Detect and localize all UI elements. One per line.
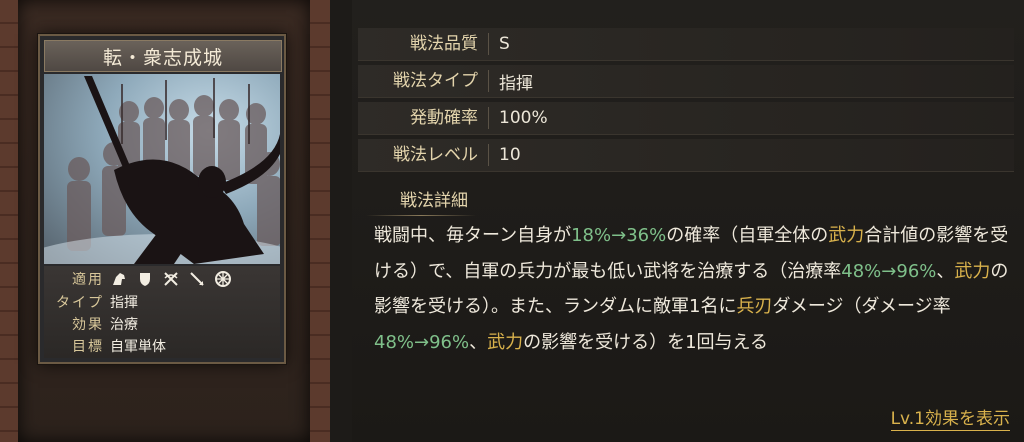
show-lv1-effect-link[interactable]: Lv.1効果を表示 [890, 408, 1010, 431]
attribute-keyword: 兵刃 [736, 296, 773, 317]
skill-card-art [44, 74, 280, 264]
level-value: 10 [499, 145, 521, 165]
description-text: 、 [469, 331, 488, 353]
apply-label: 適用 [72, 272, 104, 288]
attribute-keyword: 武力 [954, 260, 991, 282]
rate-value: 100% [499, 108, 548, 128]
attribute-keyword: 武力 [487, 331, 524, 353]
skill-card: 転・衆志成城 適用 タイプ 指揮 効果 治療 目標 自軍単体 [38, 34, 286, 364]
description-text: の確率（自軍全体の [666, 225, 829, 246]
type-row: タイプ 指揮 [44, 291, 280, 313]
detail-heading-divider [366, 215, 476, 216]
effect-label: 効果 [72, 317, 104, 333]
cavalry-icon [113, 273, 125, 285]
quality-row: 戦法品質 S [358, 28, 1014, 61]
quality-value: S [499, 34, 510, 54]
quality-label: 戦法品質 [358, 33, 489, 55]
effect-row: 効果 治療 [44, 313, 280, 335]
wheel-icon [215, 271, 231, 287]
shield-icon [140, 273, 150, 286]
rate-label: 発動確率 [358, 107, 489, 129]
target-row: 目標 自軍単体 [44, 335, 280, 357]
skill-info-panel: 戦法品質 S 戦法タイプ 指揮 発動確率 100% 戦法レベル 10 戦法詳細 … [352, 0, 1024, 442]
target-label: 目標 [72, 339, 104, 355]
skill-card-title: 転・衆志成城 [44, 40, 282, 72]
type-value: 指揮 [110, 295, 138, 311]
probability-value: 48%→96% [374, 331, 470, 353]
description-text: 戦闘中、毎ターン自身が [374, 225, 572, 246]
probability-value: 18%→36% [571, 225, 667, 246]
spear-icon [190, 272, 204, 286]
attribute-keyword: 武力 [828, 225, 865, 246]
skill-description: 戦闘中、毎ターン自身が18%→36%の確率（自軍全体の武力合計値の影響を受ける）… [374, 218, 1014, 360]
skill-type-label: 戦法タイプ [358, 70, 489, 92]
description-text: の影響を受ける）を1回与える [523, 331, 769, 353]
bow-icon [164, 272, 178, 286]
rate-row: 発動確率 100% [358, 102, 1014, 135]
unit-type-icons [110, 270, 232, 288]
skill-card-stats: 適用 タイプ 指揮 効果 治療 目標 自軍単体 [44, 266, 280, 358]
level-row: 戦法レベル 10 [358, 139, 1014, 172]
description-text: ダメージ（ダメージ率 [772, 296, 951, 317]
type-info-row: 戦法タイプ 指揮 [358, 65, 1014, 98]
apply-row: 適用 [44, 268, 280, 290]
effect-value: 治療 [110, 317, 138, 333]
skill-type-value: 指揮 [499, 73, 533, 94]
level-label: 戦法レベル [358, 144, 489, 166]
description-text: 、 [936, 260, 955, 282]
probability-value: 48%→96% [841, 260, 937, 282]
type-label: タイプ [56, 295, 104, 311]
detail-heading: 戦法詳細 [400, 191, 468, 211]
target-value: 自軍単体 [110, 339, 166, 355]
